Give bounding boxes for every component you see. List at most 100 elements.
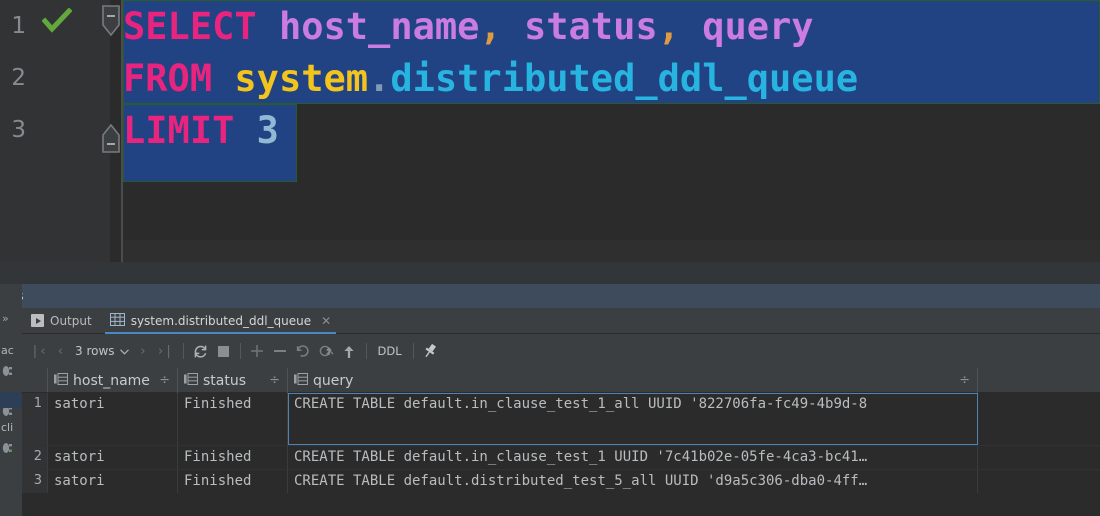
table-row[interactable]: 3 satori Finished CREATE TABLE default.d… [22,470,1100,494]
plus-icon[interactable] [246,339,269,363]
database-icon[interactable] [2,362,16,376]
tab-output-label: Output [50,313,92,328]
column-icon [294,372,308,389]
token-number: 3 [256,108,279,152]
token-comma: , [479,4,502,48]
editor-lower-strip [0,262,1100,284]
ide-window: 1 2 3 SELECT host_name , status , query … [0,0,1100,516]
code-area[interactable]: SELECT host_name, status, query FROM sys… [123,0,1100,262]
database-icon[interactable] [2,439,16,453]
token-comma: , [657,4,680,48]
refresh-icon[interactable] [189,339,212,363]
tab-output[interactable]: Output [22,308,101,334]
grid-header-rownum [22,368,48,392]
grid-header-status[interactable]: status ÷ [178,368,288,393]
line-number: 2 [11,65,26,91]
gutter-line-3: 3 [0,104,110,156]
grid-header-label: query [313,372,354,389]
code-line-2[interactable]: FROM system. distributed_ddl_queue [123,52,858,104]
cell-host_name[interactable]: satori [48,393,178,445]
line-number: 3 [11,117,26,143]
fold-marker-open[interactable] [99,5,123,42]
sort-indicator-icon[interactable]: ÷ [269,373,280,388]
code-line-1[interactable]: SELECT host_name, status, query [123,0,814,52]
grid-header-label: host_name [73,372,150,389]
cell-host_name[interactable]: satori [48,446,178,469]
table-row[interactable]: 1 satori Finished CREATE TABLE default.i… [22,393,1100,446]
sidebar-label-cli[interactable]: cli [0,421,22,434]
token-keyword: FROM [123,56,213,100]
first-page-button[interactable]: ❘‹ [26,339,49,363]
toolbar-divider [239,343,241,359]
code-line-3[interactable]: LIMIT 3 [123,104,279,156]
sql-editor[interactable]: 1 2 3 SELECT host_name , status , query … [0,0,1100,262]
fold-marker-close[interactable] [99,123,123,158]
ddl-button[interactable]: DDL [372,344,408,358]
token-keyword: LIMIT [123,108,235,152]
cell-query[interactable]: CREATE TABLE default.distributed_test_5_… [288,470,978,493]
result-toolbar[interactable]: ❘‹ ‹ 3 rows › ›❘ DDL [22,334,1100,368]
cell-host_name[interactable]: satori [48,470,178,493]
grid-header-query[interactable]: query ÷ [288,368,978,393]
selected-tree-node-highlight [0,392,22,408]
stop-icon[interactable] [212,339,235,363]
column-icon [184,372,198,389]
editor-gutter[interactable]: 1 2 3 [0,0,110,262]
gutter-line-1: 1 [0,0,110,52]
grid-empty-area [22,493,1100,516]
table-grid-icon [109,312,125,329]
upload-arrow-icon[interactable] [338,339,361,363]
sort-indicator-icon[interactable]: ÷ [959,373,970,388]
row-number: 1 [22,393,48,445]
minus-icon[interactable] [269,339,292,363]
token-column: query [702,4,814,48]
column-icon [54,372,68,389]
prev-page-button[interactable]: ‹ [49,339,72,363]
row-filler [978,470,1100,493]
row-number: 2 [22,446,48,469]
cell-query[interactable]: CREATE TABLE default.in_clause_test_1 UU… [288,446,978,469]
tab-label: system.distributed_ddl_queue [130,313,312,328]
sort-indicator-icon[interactable]: ÷ [159,373,170,388]
line-number: 1 [11,13,26,39]
token-column: host_name [278,4,480,48]
chevron-double-right-icon[interactable]: » [2,312,9,325]
cell-status[interactable]: Finished [178,446,288,469]
grid-header-row: host_name ÷ status ÷ query ÷ [22,368,1100,393]
token-dot: . [368,56,391,100]
rollback-selected-icon[interactable] [315,339,338,363]
toolbar-divider [365,343,367,359]
row-filler [978,393,1100,445]
next-page-button[interactable]: › [132,339,155,363]
grid-header-label: status [203,372,247,389]
tab-system-distributed-ddl-queue[interactable]: system.distributed_ddl_queue ✕ [101,308,341,334]
toolbar-divider [182,343,184,359]
grid-header-host_name[interactable]: host_name ÷ [48,368,178,393]
toolbar-divider [412,343,414,359]
editor-empty-area[interactable] [123,240,1100,262]
close-icon[interactable]: ✕ [321,314,331,328]
table-row[interactable]: 2 satori Finished CREATE TABLE default.i… [22,446,1100,470]
gutter-line-2: 2 [0,52,110,104]
chevron-down-icon [119,344,129,358]
row-count-dropdown[interactable]: 3 rows [72,344,132,358]
services-tree-strip[interactable]: » ac cli [0,284,22,516]
row-filler [978,446,1100,469]
token-keyword: SELECT [123,4,257,48]
services-panel-header: ices [0,284,1100,308]
token-column: status [523,4,658,48]
result-grid[interactable]: host_name ÷ status ÷ query ÷ 1 satori Fi… [22,368,1100,516]
sidebar-label-ac[interactable]: ac [0,344,22,357]
undo-icon[interactable] [292,339,315,363]
last-page-button[interactable]: ›❘ [155,339,178,363]
run-output-icon [31,314,44,327]
cell-query[interactable]: CREATE TABLE default.in_clause_test_1_al… [288,393,978,445]
row-number: 3 [22,470,48,493]
token-table: distributed_ddl_queue [390,56,859,100]
grid-header-filler [978,368,1100,392]
pin-icon[interactable] [419,339,442,363]
cell-status[interactable]: Finished [178,470,288,493]
checkmark-icon[interactable] [41,7,73,38]
results-tabbar[interactable]: Output system.distributed_ddl_queue ✕ [22,308,1100,334]
cell-status[interactable]: Finished [178,393,288,445]
